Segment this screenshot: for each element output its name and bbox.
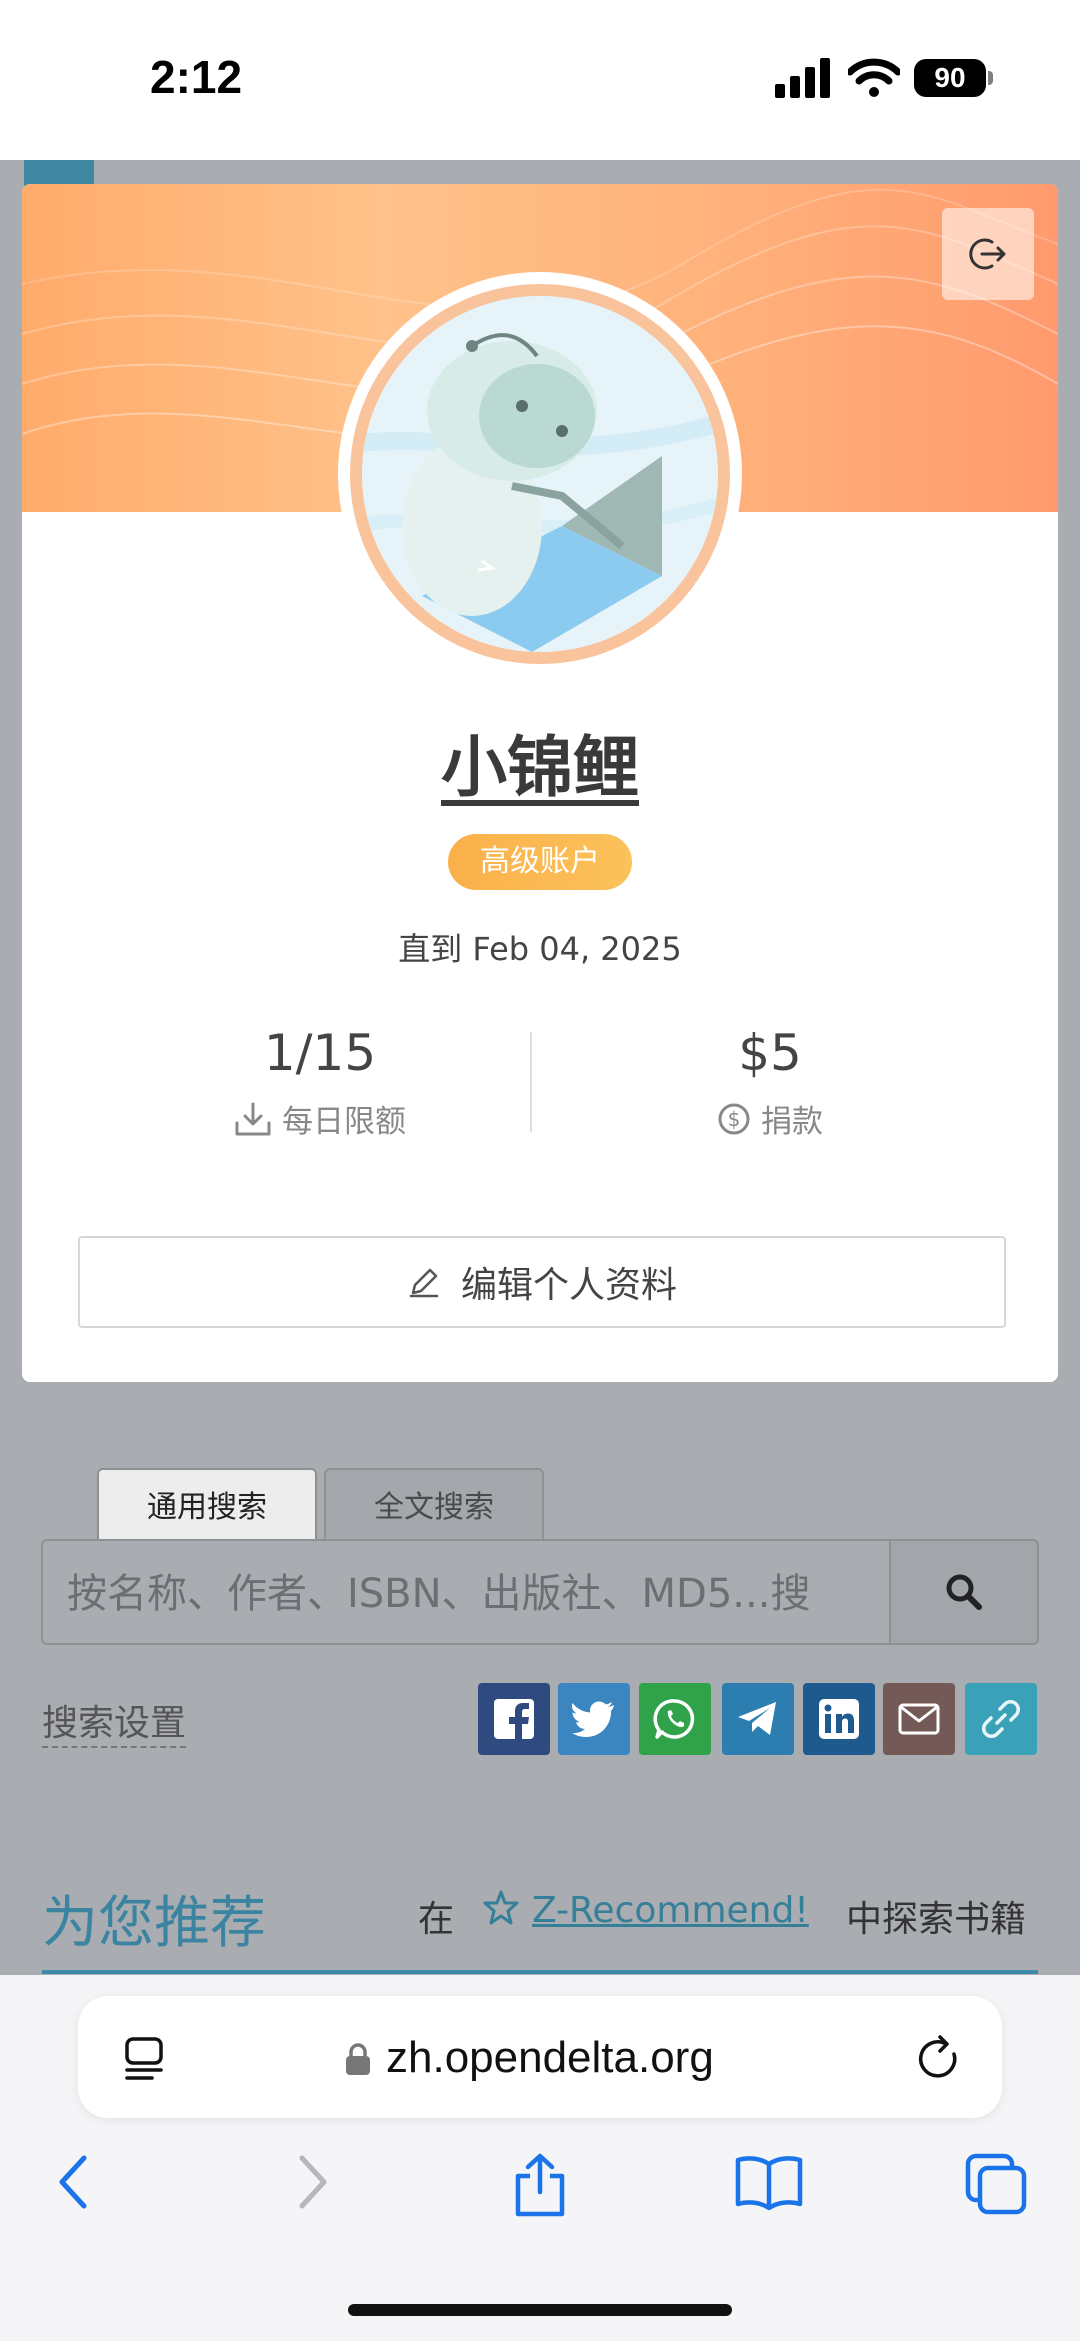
daily-quota-label: 每日限额 (80, 1096, 560, 1141)
edit-profile-button[interactable]: 编辑个人资料 (78, 1236, 1006, 1328)
donation-text: 捐款 (761, 1104, 823, 1140)
donation-value: $5 (738, 1024, 802, 1082)
search-input[interactable]: 按名称、作者、ISBN、出版社、MD5...搜 (41, 1539, 889, 1645)
donation-label: $ 捐款 (530, 1096, 1010, 1141)
dollar-circle-icon: $ (718, 1103, 750, 1134)
recommend-divider (42, 1970, 1038, 1974)
url-text[interactable]: zh.opendelta.org (386, 2033, 714, 2083)
download-icon (235, 1102, 271, 1135)
share-facebook-button[interactable] (478, 1683, 550, 1755)
linkedin-icon (819, 1699, 859, 1739)
search-icon (946, 1574, 982, 1610)
edit-profile-label: 编辑个人资料 (460, 1265, 677, 1306)
share-linkedin-button[interactable] (803, 1683, 875, 1755)
copy-link-button[interactable] (965, 1683, 1037, 1755)
profile-card: 小锦鲤 高级账户 直到 Feb 04, 2025 1/15 每日限额 $5 $ … (22, 184, 1058, 1382)
link-icon (982, 1700, 1020, 1738)
logout-button[interactable] (942, 208, 1034, 300)
reload-icon[interactable] (916, 2034, 964, 2086)
recommend-prefix: 在 (418, 1899, 455, 1940)
share-twitter-button[interactable] (558, 1683, 630, 1755)
daily-quota-text: 每日限额 (282, 1104, 406, 1140)
svg-text:$: $ (728, 1107, 741, 1131)
wifi-icon (848, 58, 900, 97)
battery-indicator: 90 (914, 59, 986, 97)
tab-general-search[interactable]: 通用搜索 (97, 1468, 317, 1542)
twitter-icon (572, 1701, 614, 1737)
status-time: 2:12 (150, 51, 243, 103)
username-link[interactable]: 小锦鲤 (22, 714, 1058, 810)
pencil-icon (409, 1268, 439, 1298)
robot-reading-avatar-illustration (362, 296, 718, 652)
tab-fulltext-search[interactable]: 全文搜索 (324, 1468, 544, 1540)
premium-badge: 高级账户 (448, 834, 632, 890)
home-indicator (348, 2304, 732, 2316)
daily-quota-value: 1/15 (263, 1024, 377, 1082)
mail-icon (898, 1703, 940, 1735)
forward-icon[interactable] (294, 2152, 330, 2212)
telegram-icon (738, 1702, 776, 1735)
recommend-heading: 为您推荐 (42, 1891, 266, 1956)
avatar[interactable] (362, 296, 718, 652)
share-email-button[interactable] (883, 1683, 955, 1755)
share-icon[interactable] (510, 2152, 570, 2218)
z-recommend-link[interactable]: Z-Recommend! (532, 1890, 809, 1931)
sparkle-badge-icon (483, 1890, 519, 1925)
membership-expiry: 直到 Feb 04, 2025 (398, 930, 682, 968)
tabs-icon[interactable] (964, 2152, 1030, 2218)
facebook-icon (494, 1699, 534, 1741)
share-whatsapp-button[interactable] (639, 1683, 711, 1755)
back-icon[interactable] (56, 2152, 92, 2212)
battery-nub (988, 71, 993, 85)
share-telegram-button[interactable] (722, 1683, 794, 1755)
search-settings-link[interactable]: 搜索设置 (42, 1694, 187, 1748)
whatsapp-icon (653, 1699, 695, 1739)
reader-menu-icon[interactable] (124, 2036, 168, 2086)
logout-icon (969, 238, 1006, 270)
recommend-suffix: 中探索书籍 (846, 1899, 1027, 1940)
search-button[interactable] (889, 1539, 1039, 1645)
bookmarks-icon[interactable] (734, 2152, 804, 2212)
lock-icon (346, 2043, 370, 2075)
cellular-signal-icon (775, 58, 830, 98)
